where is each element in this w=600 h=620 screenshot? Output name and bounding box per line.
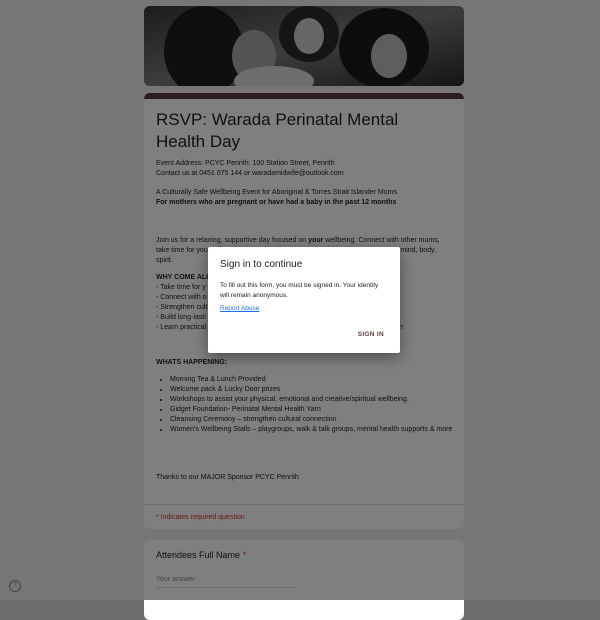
dialog-body: To fill out this form, you must be signe… — [220, 282, 379, 299]
help-icon[interactable]: ? — [9, 580, 21, 592]
dialog-title: Sign in to continue — [220, 259, 303, 270]
sign-in-button[interactable]: SIGN IN — [358, 331, 384, 338]
sign-in-dialog: Sign in to continue To fill out this for… — [208, 247, 400, 353]
report-abuse-link[interactable]: Report Abuse — [220, 305, 259, 312]
